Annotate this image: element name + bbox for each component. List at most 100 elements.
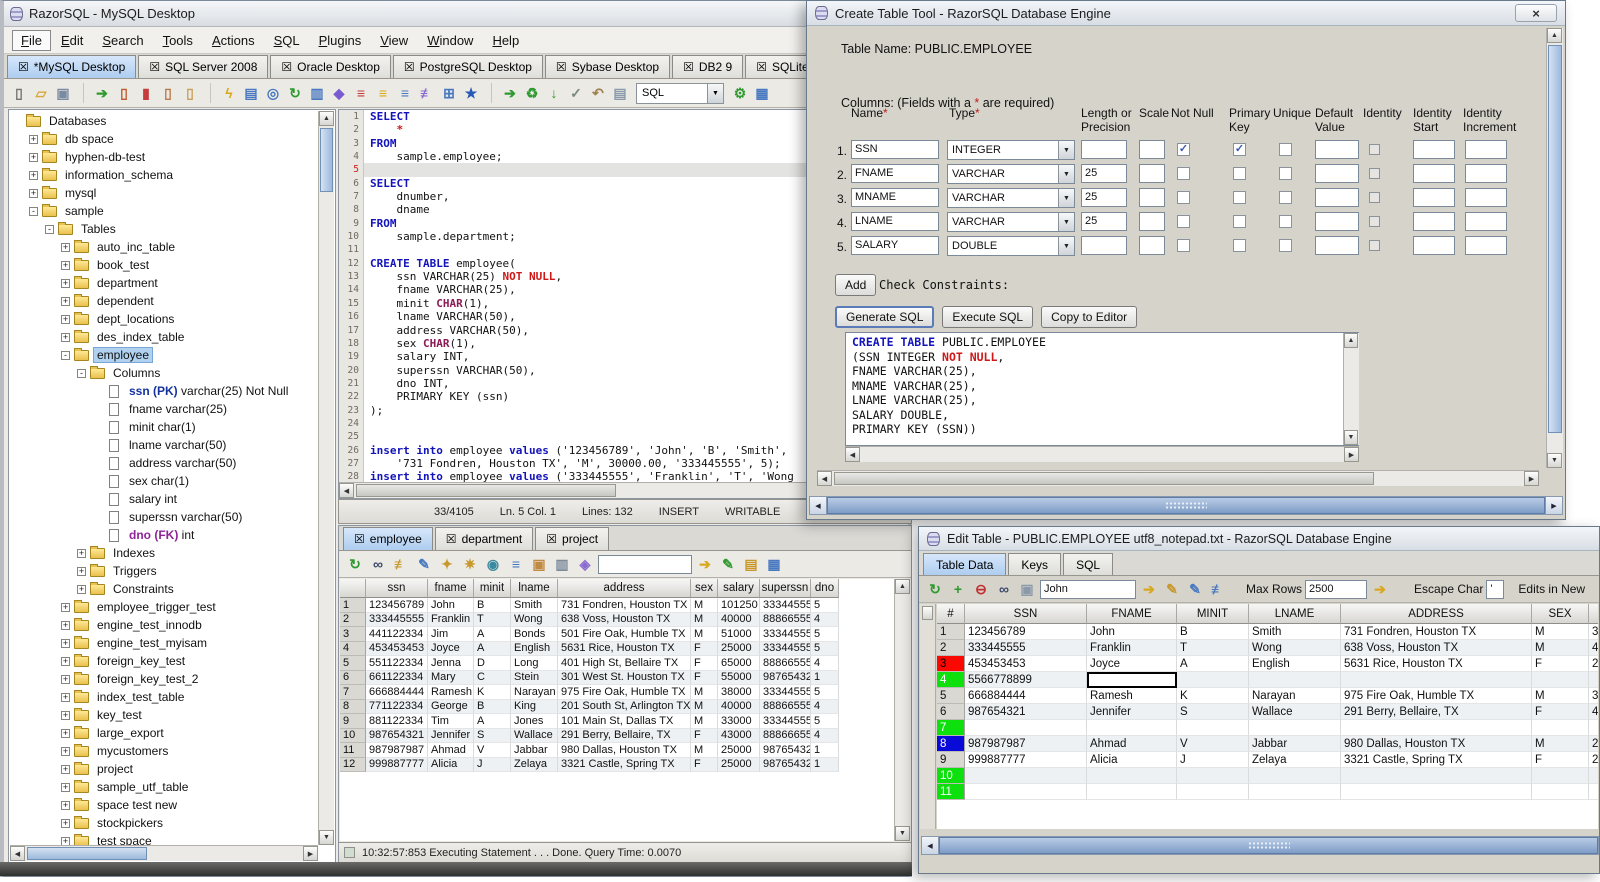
list-icon[interactable]: ≡	[506, 554, 526, 574]
tree-item-stockpickers[interactable]: + stockpickers	[10, 814, 318, 832]
result-tab-project[interactable]: ☒ project	[535, 527, 610, 550]
image-icon[interactable]: ▣	[529, 554, 549, 574]
expand-icon[interactable]: +	[61, 710, 70, 720]
table-row-8[interactable]: 8 771122334 George B King 201 South St, Arlin…	[340, 699, 894, 714]
table-row-7[interactable]: 7	[937, 720, 1598, 736]
not-null-checkbox[interactable]	[1177, 239, 1190, 252]
window-hscrollbar[interactable]: ◀ ▶	[809, 496, 1563, 515]
column-header-superssn[interactable]: superssn	[760, 579, 811, 598]
tree-item-foreign_key_test[interactable]: + foreign_key_test	[10, 652, 318, 670]
default-value-input[interactable]	[1315, 140, 1359, 159]
expand-icon[interactable]: +	[77, 584, 86, 594]
tree-item-des_index_table[interactable]: + des_index_table	[10, 328, 318, 346]
result-tab-department[interactable]: ☒ department	[434, 527, 534, 550]
column-header-blank[interactable]	[1589, 604, 1598, 624]
tab-close-icon[interactable]: ☒	[756, 61, 767, 73]
column-header-FNAME[interactable]: FNAME	[1087, 604, 1177, 624]
unique-checkbox[interactable]	[1279, 191, 1292, 204]
copy-icon[interactable]: ▥	[552, 554, 572, 574]
create-table-titlebar[interactable]: Create Table Tool - RazorSQL Database En…	[807, 1, 1565, 26]
primary-key-checkbox[interactable]	[1233, 239, 1246, 252]
table-row-9[interactable]: 9 881122334 Tim A Jones 101 Main St, Dallas T…	[340, 714, 894, 729]
connection-tab--mysql-desktop[interactable]: ☒ *MySQL Desktop	[7, 55, 137, 78]
table-row-2[interactable]: 2 333445555 Franklin T Wong 638 Voss, Houston…	[340, 612, 894, 627]
menu-search[interactable]: Search	[93, 30, 152, 51]
copy-to-editor-button[interactable]: Copy to Editor	[1041, 306, 1138, 328]
tree-vscroll-thumb[interactable]	[320, 128, 333, 192]
tree-item-fname-varchar-25-[interactable]: fname varchar(25)	[10, 400, 318, 418]
length-input[interactable]: 25	[1081, 164, 1127, 183]
tree-item-sex-char-1-[interactable]: sex char(1)	[10, 472, 318, 490]
fetch-icon[interactable]: ↓	[544, 83, 564, 103]
scale-input[interactable]	[1139, 140, 1165, 159]
tab-close-icon[interactable]: ☒	[281, 61, 292, 73]
length-input[interactable]	[1081, 140, 1127, 159]
save-icon[interactable]: ▣	[53, 83, 73, 103]
expand-icon[interactable]: +	[61, 818, 70, 828]
tree-item-book_test[interactable]: + book_test	[10, 256, 318, 274]
table-row-11[interactable]: 11 987987987 Ahmad V Jabbar 980 Dallas, Houst…	[340, 743, 894, 758]
scroll-up-icon[interactable]: ▲	[895, 579, 910, 594]
tree-item-foreign_key_test_2[interactable]: + foreign_key_test_2	[10, 670, 318, 688]
tree-item-ssn-pk-[interactable]: ssn (PK) varchar(25) Not Null	[10, 382, 318, 400]
connection-tab-postgresql-desktop[interactable]: ☒ PostgreSQL Desktop	[392, 55, 543, 78]
max-rows-input[interactable]: 2500	[1305, 579, 1368, 599]
expand-icon[interactable]: +	[61, 332, 70, 342]
tree-item-mysql[interactable]: + mysql	[10, 184, 318, 202]
tab-close-icon[interactable]: ☒	[683, 61, 694, 73]
expand-icon[interactable]: +	[61, 674, 70, 684]
auto-commit-icon[interactable]: ⚙	[730, 83, 750, 103]
tree-item-sample[interactable]: - sample	[10, 202, 318, 220]
menu-window[interactable]: Window	[418, 30, 482, 51]
audit-icon[interactable]: ◈	[575, 554, 595, 574]
table-row-10[interactable]: 10 987654321 Jennifer S Wallace 291 Berry, Be…	[340, 728, 894, 743]
expand-icon[interactable]: +	[61, 836, 70, 845]
tree-item-databases[interactable]: Databases	[10, 112, 318, 130]
length-input[interactable]	[1081, 236, 1127, 255]
filter-results-icon[interactable]: ≢	[391, 554, 411, 574]
not-null-checkbox[interactable]	[1177, 191, 1190, 204]
expand-icon[interactable]: +	[61, 620, 70, 630]
tree-item-salary-int[interactable]: salary int	[10, 490, 318, 508]
scale-input[interactable]	[1139, 188, 1165, 207]
scroll-left-icon[interactable]: ◀	[922, 837, 939, 854]
describe-table-icon[interactable]: ▤	[241, 83, 261, 103]
editor-hscroll-thumb[interactable]	[356, 484, 616, 497]
connection-tab-sybase-desktop[interactable]: ☒ Sybase Desktop	[544, 55, 671, 78]
unique-checkbox[interactable]	[1279, 239, 1292, 252]
scroll-up-icon[interactable]: ▲	[1547, 28, 1562, 43]
edit-table-titlebar[interactable]: Edit Table - PUBLIC.EMPLOYEE utf8_notepa…	[919, 527, 1599, 551]
go-search-icon[interactable]: ➔	[1139, 579, 1159, 599]
identity-start-input[interactable]	[1413, 188, 1455, 207]
expand-icon[interactable]: +	[77, 566, 86, 576]
tree-item-test-space[interactable]: + test space	[10, 832, 318, 845]
scroll-right-icon[interactable]: ▶	[1545, 497, 1562, 514]
scroll-left-icon[interactable]: ◀	[810, 497, 827, 514]
execute-sql-button[interactable]: Execute SQL	[942, 306, 1034, 328]
table-row-10[interactable]: 10	[937, 768, 1598, 784]
menu-edit[interactable]: Edit	[52, 30, 92, 51]
refresh-icon[interactable]: ♻	[522, 83, 542, 103]
find-results-icon[interactable]: ∞	[368, 554, 388, 574]
identity-increment-input[interactable]	[1465, 164, 1507, 183]
window-hscroll-thumb[interactable]	[827, 497, 1545, 514]
column-type-combo[interactable]: DOUBLE ▼	[947, 236, 1075, 256]
explain-icon[interactable]: ≡	[351, 83, 371, 103]
tree-item-hyphen-db-test[interactable]: + hyphen-db-test	[10, 148, 318, 166]
scroll-up-icon[interactable]: ▲	[319, 111, 334, 126]
table-row-4[interactable]: 4 453453453 Joyce A English 5631 Rice, Housto…	[340, 641, 894, 656]
primary-key-checkbox[interactable]	[1233, 167, 1246, 180]
tree-item-employee_trigger_test[interactable]: + employee_trigger_test	[10, 598, 318, 616]
column-header-dno[interactable]: dno	[811, 579, 839, 598]
connections-icon[interactable]: ▯	[180, 83, 200, 103]
primary-key-icon[interactable]: ✦	[437, 554, 457, 574]
column-type-combo[interactable]: VARCHAR ▼	[947, 212, 1075, 232]
delete-row-icon[interactable]: ⊖	[971, 579, 991, 599]
identity-checkbox[interactable]	[1369, 240, 1380, 251]
column-header-SEX[interactable]: SEX	[1532, 604, 1589, 624]
close-button[interactable]: ×	[1515, 4, 1557, 22]
describe-icon[interactable]: ◉	[483, 554, 503, 574]
edit-grid-leftbar[interactable]	[920, 604, 936, 829]
default-value-input[interactable]	[1315, 188, 1359, 207]
tree-item-constraints[interactable]: + Constraints	[10, 580, 318, 598]
